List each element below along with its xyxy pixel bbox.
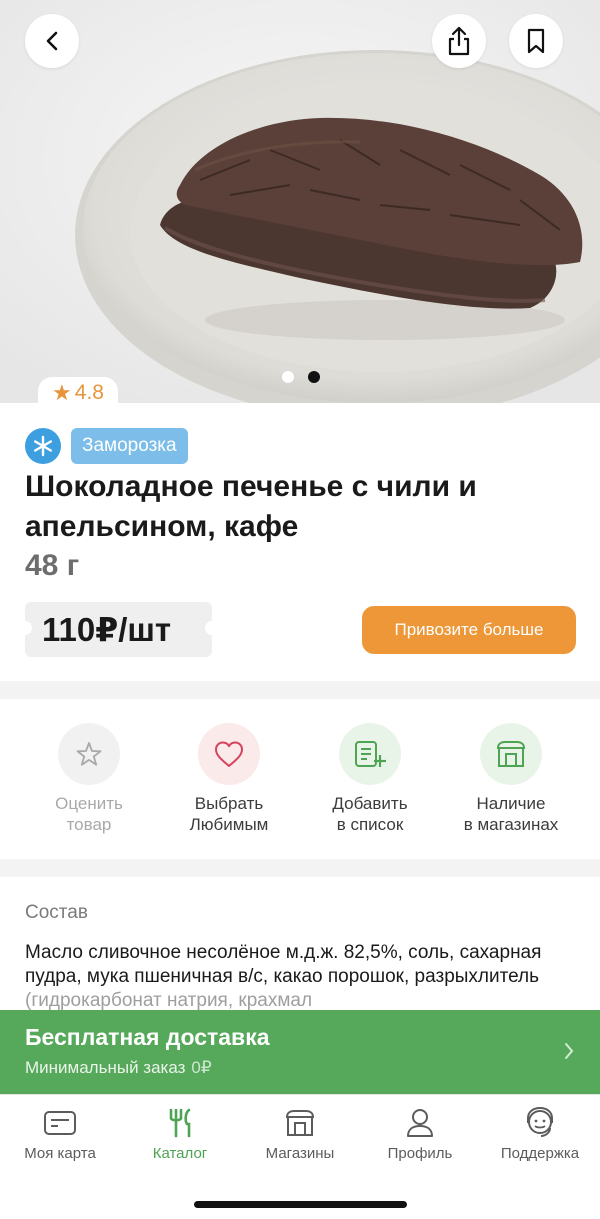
share-icon: [448, 26, 470, 56]
rating-value: 4.8: [74, 381, 104, 403]
tab-stores[interactable]: Магазины: [240, 1105, 360, 1162]
product-badges: Заморозка: [25, 428, 188, 464]
product-gallery[interactable]: ★ 4.8: [0, 0, 600, 403]
price-tag: 110₽/шт: [18, 602, 219, 657]
star-icon: ★: [52, 380, 72, 404]
bookmark-icon: [527, 28, 545, 54]
delivery-title: Бесплатная доставка: [25, 1024, 270, 1050]
bottom-tab-bar: Моя карта Каталог Магазины Профиль Подде…: [0, 1094, 600, 1219]
back-button[interactable]: [25, 14, 79, 68]
star-outline-icon: [76, 742, 102, 766]
list-add-icon: [355, 741, 386, 767]
store-icon: [285, 1110, 315, 1136]
tab-label: Каталог: [152, 1145, 208, 1162]
card-icon: [44, 1111, 76, 1135]
bring-more-button[interactable]: Привозите больше: [362, 606, 576, 654]
action-label-line1: Оценить: [55, 794, 123, 813]
divider: [0, 681, 600, 699]
list-icon-circle: [339, 723, 401, 785]
home-indicator[interactable]: [194, 1201, 407, 1208]
tab-label: Моя карта: [24, 1145, 96, 1162]
action-label-line1: Добавить: [332, 794, 408, 813]
action-label-line2: в список: [336, 815, 404, 834]
delivery-subtitle: Минимальный заказ 0₽: [25, 1058, 212, 1078]
free-delivery-banner[interactable]: Бесплатная доставка Минимальный заказ 0₽: [0, 1010, 600, 1094]
action-label-line1: Наличие: [476, 794, 546, 813]
store-availability-button[interactable]: Наличие в магазинах: [441, 723, 581, 835]
chevron-right-icon: [565, 1043, 574, 1059]
min-order-label: Минимальный заказ: [25, 1058, 186, 1077]
product-title: Шоколадное печенье с чили и апельсином, …: [25, 470, 477, 543]
store-icon: [496, 741, 526, 767]
action-label-line1: Выбрать: [194, 794, 264, 813]
add-to-list-button[interactable]: Добавить в список: [300, 723, 440, 835]
tab-label: Поддержка: [500, 1145, 580, 1162]
snowflake-icon: [25, 428, 61, 464]
composition-title: Состав: [25, 902, 88, 923]
rating-badge: ★ 4.8: [38, 377, 118, 403]
product-photo: [0, 0, 600, 403]
tab-catalog[interactable]: Каталог: [120, 1105, 240, 1162]
frozen-tag: Заморозка: [71, 428, 188, 464]
person-icon: [407, 1109, 433, 1137]
tab-support[interactable]: Поддержка: [480, 1105, 600, 1162]
rate-icon-circle: [58, 723, 120, 785]
divider: [0, 859, 600, 877]
tab-profile[interactable]: Профиль: [360, 1105, 480, 1162]
fork-knife-icon: [169, 1108, 191, 1138]
share-button[interactable]: [432, 14, 486, 68]
tab-label: Магазины: [265, 1145, 335, 1162]
pagination-dot[interactable]: [282, 371, 294, 383]
action-label-line2: Любимым: [189, 815, 269, 834]
product-actions: Оценить товар Выбрать Любимым Добавить в…: [0, 699, 600, 859]
heart-outline-icon: [215, 741, 243, 767]
gallery-pagination: [282, 371, 320, 383]
pagination-dot-active[interactable]: [308, 371, 320, 383]
min-order-amount: 0₽: [191, 1058, 212, 1077]
composition-text: Масло сливочное несолёное м.д.ж. 82,5%, …: [25, 941, 590, 1013]
favorite-button[interactable]: Выбрать Любимым: [159, 723, 299, 835]
composition-text-faded: (гидрокарбонат натрия, крахмал: [25, 990, 313, 1011]
chevron-left-icon: [46, 31, 58, 51]
store-icon-circle: [480, 723, 542, 785]
composition-text-main: Масло сливочное несолёное м.д.ж. 82,5%, …: [25, 942, 542, 987]
action-label-line2: в магазинах: [463, 815, 559, 834]
composition-section: Состав Масло сливочное несолёное м.д.ж. …: [0, 877, 600, 1017]
tab-label: Профиль: [387, 1145, 453, 1162]
tab-my-card[interactable]: Моя карта: [0, 1105, 120, 1162]
action-label-line2: товар: [66, 815, 112, 834]
product-info: Заморозка Шоколадное печенье с чили и ап…: [0, 403, 600, 681]
bookmark-button[interactable]: [509, 14, 563, 68]
product-weight: 48 г: [25, 549, 80, 582]
support-icon: [527, 1106, 553, 1137]
favorite-icon-circle: [198, 723, 260, 785]
rate-product-button[interactable]: Оценить товар: [19, 723, 159, 835]
